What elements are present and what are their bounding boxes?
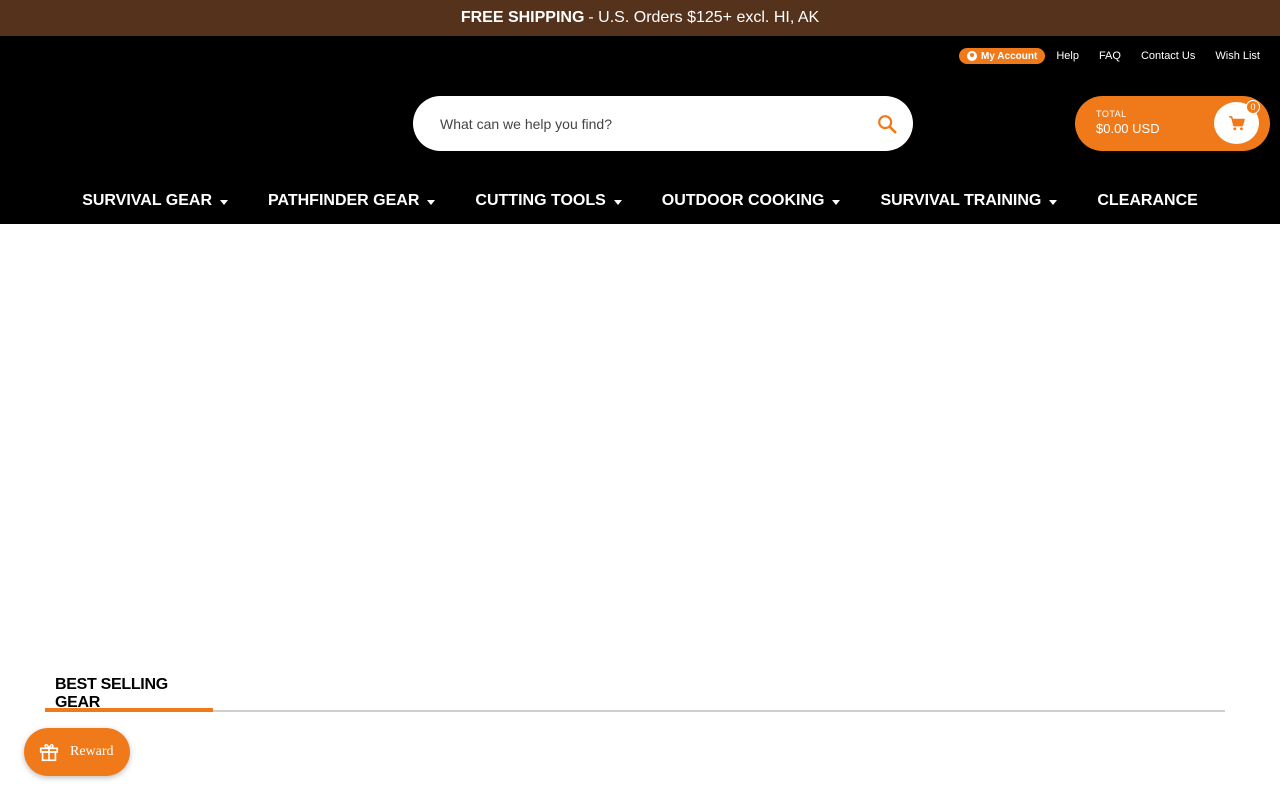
caret-down-icon [1049, 200, 1058, 205]
utility-nav: My Account Help FAQ Contact Us Wish List [959, 48, 1260, 64]
search-input[interactable] [440, 115, 873, 132]
cart-count-badge: 0 [1246, 100, 1260, 114]
wish-list-link[interactable]: Wish List [1215, 50, 1260, 62]
faq-link[interactable]: FAQ [1099, 50, 1121, 62]
nav-label: CUTTING TOOLS [475, 192, 606, 209]
search-button[interactable] [873, 110, 901, 138]
contact-us-link[interactable]: Contact Us [1141, 50, 1195, 62]
caret-down-icon [220, 200, 228, 205]
section-title: BEST SELLING GEAR [45, 670, 213, 712]
promo-detail-text: - U.S. Orders $125+ excl. HI, AK [588, 9, 820, 26]
nav-label: SURVIVAL GEAR [82, 192, 212, 209]
nav-label: PATHFINDER GEAR [268, 192, 420, 209]
nav-pathfinder-gear[interactable]: PATHFINDER GEAR [268, 192, 436, 210]
promo-bar: FREE SHIPPING - U.S. Orders $125+ excl. … [0, 0, 1280, 36]
user-icon [967, 51, 977, 61]
reward-button[interactable]: Reward [24, 728, 130, 776]
main-nav: SURVIVAL GEAR PATHFINDER GEAR CUTTING TO… [0, 186, 1280, 216]
caret-down-icon [832, 200, 841, 205]
cart-summary[interactable]: TOTAL $0.00 USD 0 [1075, 96, 1270, 151]
nav-cutting-tools[interactable]: CUTTING TOOLS [475, 192, 622, 210]
nav-label: SURVIVAL TRAINING [880, 192, 1042, 209]
caret-down-icon [427, 200, 436, 205]
my-account-label: My Account [981, 50, 1038, 62]
nav-survival-gear[interactable]: SURVIVAL GEAR [82, 192, 228, 210]
shopping-cart-icon [1228, 116, 1245, 131]
caret-down-icon [613, 200, 622, 205]
best-selling-section-header: BEST SELLING GEAR [45, 670, 1225, 712]
nav-clearance[interactable]: CLEARANCE [1097, 192, 1197, 210]
nav-label: OUTDOOR COOKING [661, 192, 825, 209]
cart-total-label: TOTAL [1096, 109, 1127, 119]
nav-outdoor-cooking[interactable]: OUTDOOR COOKING [662, 192, 841, 210]
cart-total-value: $0.00 USD [1096, 121, 1160, 136]
nav-survival-training[interactable]: SURVIVAL TRAINING [880, 192, 1058, 210]
nav-label: CLEARANCE [1097, 192, 1198, 209]
promo-strong-text: FREE SHIPPING [460, 9, 585, 26]
search-bar [413, 96, 913, 151]
reward-label: Reward [70, 744, 114, 759]
site-header: My Account Help FAQ Contact Us Wish List… [0, 36, 1280, 224]
my-account-link[interactable]: My Account [959, 48, 1046, 64]
search-icon [878, 114, 897, 134]
help-link[interactable]: Help [1056, 50, 1079, 62]
gift-icon [39, 743, 59, 762]
